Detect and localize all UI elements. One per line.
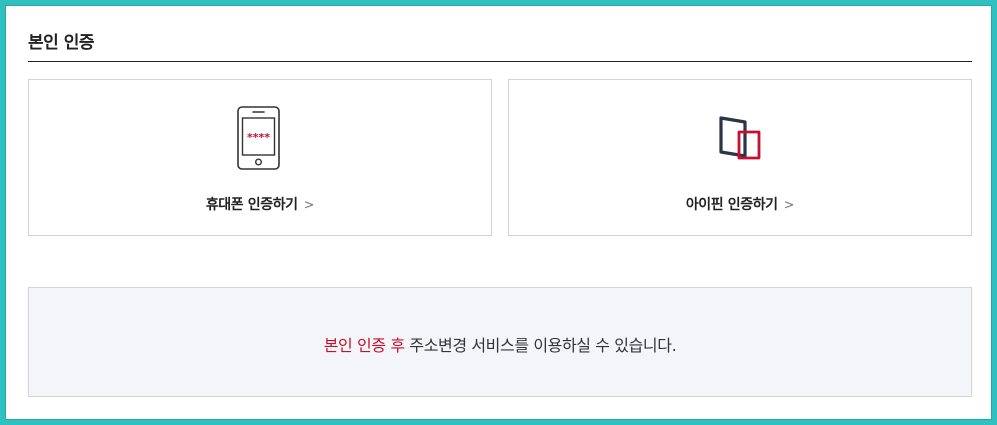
notice-message: 본인 인증 후 주소변경 서비스를 이용하실 수 있습니다. [29, 332, 971, 356]
ipin-verification-button[interactable]: 아이핀 인증하기 > [508, 79, 972, 236]
phone-verification-button[interactable]: **** 휴대폰 인증하기 > [28, 79, 492, 236]
chevron-right-icon: > [303, 198, 315, 213]
ipin-icon [719, 116, 761, 160]
notice-box: 본인 인증 후 주소변경 서비스를 이용하실 수 있습니다. [28, 287, 972, 397]
ipin-verification-label: 아이핀 인증하기 [685, 197, 778, 213]
chevron-right-icon: > [783, 198, 795, 213]
notice-highlight: 본인 인증 후 [323, 336, 405, 355]
page-title: 본인 인증 [28, 33, 94, 53]
notice-body: 주소변경 서비스를 이용하실 수 있습니다. [404, 336, 677, 355]
phone-verification-label-row: 휴대폰 인증하기 > [29, 194, 491, 214]
ipin-verification-label-row: 아이핀 인증하기 > [509, 194, 971, 214]
masked-code: **** [247, 131, 270, 144]
identity-verification-panel: 본인 인증 **** 휴대폰 인증하기 > 아이핀 인증하기 > 본인 인증 후 주… [5, 5, 992, 420]
mobile-phone-icon: **** [237, 106, 280, 170]
phone-verification-label: 휴대폰 인증하기 [205, 197, 298, 213]
title-divider [28, 61, 972, 62]
